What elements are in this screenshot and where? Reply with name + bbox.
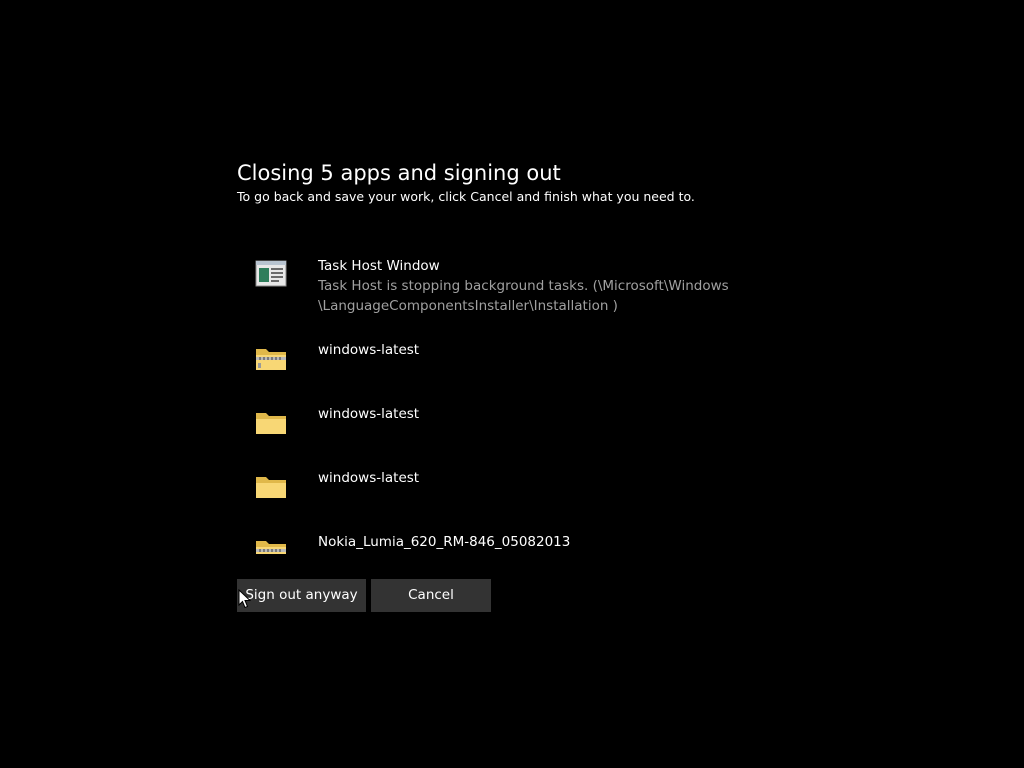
zipped-folder-icon (255, 536, 287, 554)
app-text: windows-latest (318, 340, 757, 360)
app-name: windows-latest (318, 406, 420, 422)
app-name: Nokia_Lumia_620_RM-846_05082013 (318, 534, 571, 550)
sign-out-anyway-button[interactable]: Sign out anyway (237, 579, 366, 612)
app-name: Task Host Window (318, 258, 440, 274)
dialog-title: Closing 5 apps and signing out (237, 161, 561, 185)
app-text: windows-latest (318, 404, 757, 424)
closing-apps-dialog: Closing 5 apps and signing out To go bac… (237, 158, 757, 612)
app-name: windows-latest (318, 342, 420, 358)
dialog-subtitle: To go back and save your work, click Can… (237, 189, 695, 204)
zipped-folder-icon (255, 344, 287, 372)
app-description-line1: Task Host is stopping background tasks. … (318, 278, 729, 294)
app-text: Nokia_Lumia_620_RM-846_05082013 (318, 532, 757, 552)
app-name: windows-latest (318, 470, 420, 486)
app-text: windows-latest (318, 468, 757, 488)
folder-icon (255, 408, 287, 436)
cancel-button[interactable]: Cancel (371, 579, 491, 612)
signout-screen: Closing 5 apps and signing out To go bac… (0, 0, 1024, 768)
app-list[interactable]: Task Host Window Task Host is stopping b… (237, 254, 757, 554)
task-host-icon (255, 260, 287, 288)
app-text: Task Host Window Task Host is stopping b… (318, 256, 757, 316)
folder-icon (255, 472, 287, 500)
app-description-line2: \LanguageComponentsInstaller\Installatio… (318, 298, 618, 314)
mouse-pointer-icon (238, 588, 252, 609)
